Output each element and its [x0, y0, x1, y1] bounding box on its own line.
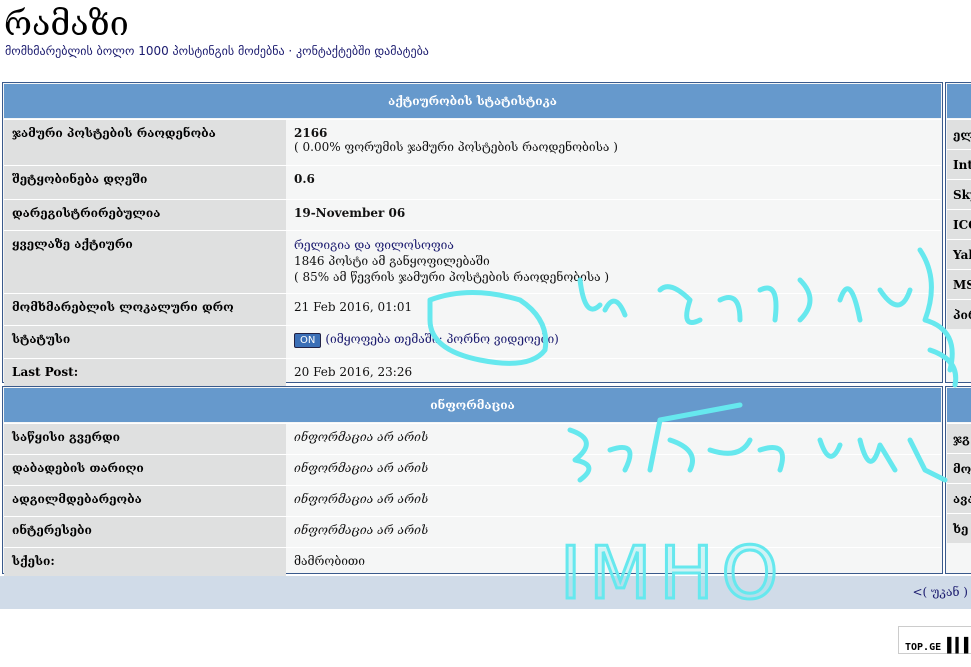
row-label: ICQ [947, 209, 971, 239]
forum-posts: 1846 პოსტი ამ განყოფილებაში [294, 254, 490, 268]
table-header: ინფორმაცია [4, 388, 941, 422]
row-label: ავა [947, 483, 971, 513]
total-posts: 2166 [294, 126, 328, 140]
forum-pct: ( 85% ამ წევრის ჯამური პოსტების რაოდენობ… [294, 270, 610, 284]
registered-date: 19-November 06 [294, 206, 406, 220]
row-label: ყველაზე აქტიური [4, 231, 286, 293]
most-active-forum-link[interactable]: რელიგია და ფილოსოფია [294, 238, 454, 252]
posts-note: ( 0.00% ფორუმის ჯამური პოსტების რაოდენობ… [294, 140, 618, 154]
table-row: მომხმარებლის ლოკალური დრო 21 Feb 2016, 01… [4, 293, 941, 325]
table-row: ინტერესები ინფორმაცია არ არის [4, 516, 941, 547]
row-label: ხე [947, 513, 971, 543]
table-row: სქესი: მამრობითი [4, 547, 941, 578]
row-label: მომხმარებლის ლოკალური დრო [4, 294, 286, 325]
table-header [947, 388, 971, 422]
row-label: MS [947, 269, 971, 299]
row-label: დარეგისტრირებულია [4, 200, 286, 230]
activity-stats-table: აქტიურობის სტატისტიკა ჯამური პოსტების რა… [2, 82, 943, 390]
row-label: Int [947, 149, 971, 179]
row-label: ელ [947, 119, 971, 149]
table-row: ყველაზე აქტიური რელიგია და ფილოსოფია 1846 … [4, 230, 941, 293]
info-table: ინფორმაცია საწყისი გვერდი ინფორმაცია არ ა… [2, 386, 943, 578]
row-value: ინფორმაცია არ არის [294, 492, 429, 506]
online-badge: ON [294, 333, 322, 348]
badge-label: TOP.GE [905, 642, 942, 653]
table-row: დარეგისტრირებულია 19-November 06 [4, 199, 941, 230]
table-row: ჯამური პოსტების რაოდენობა 2166( 0.00% ფორ… [4, 119, 941, 165]
row-label: პირ [947, 299, 971, 329]
row-label: ადგილმდებარეობა [4, 486, 286, 516]
current-topic-link[interactable]: (იმყოფება თემაში: პორნო ვიდეოები) [325, 332, 558, 346]
page-title: რამაზი [4, 4, 129, 44]
row-label: Sky [947, 179, 971, 209]
table-row: სტატუსი ON (იმყოფება თემაში: პორნო ვიდეოებ… [4, 325, 941, 358]
table-row: საწყისი გვერდი ინფორმაცია არ არის [4, 423, 941, 454]
user-actions[interactable]: მომხმარებლის ბოლო 1000 პოსტინგის მოძებნა… [5, 44, 429, 58]
top-ge-badge[interactable]: TOP.GE ▌▍▌ [898, 626, 971, 654]
table-header: აქტიურობის სტატისტიკა [4, 84, 941, 118]
posts-per-day: 0.6 [294, 172, 315, 186]
row-label: მოი [947, 453, 971, 483]
row-value: ინფორმაცია არ არის [294, 461, 429, 475]
table-header [947, 84, 971, 118]
row-value: მამრობითი [294, 554, 365, 568]
back-link[interactable]: <( უკან ) [913, 585, 969, 599]
row-value: ინფორმაცია არ არის [294, 523, 429, 537]
table-row: ადგილმდებარეობა ინფორმაცია არ არის [4, 485, 941, 516]
contact-table-partial: ელ Int Sky ICQ Yal MS პირ [945, 82, 971, 383]
table-row: შეტყობინება დღეში 0.6 [4, 165, 941, 199]
footer-bar: <( უკან ) [0, 576, 971, 609]
row-label: ინტერესები [4, 517, 286, 547]
other-table-partial: ჯგ მოი ავა ხე [945, 386, 971, 574]
row-label: შეტყობინება დღეში [4, 166, 286, 199]
row-label: სტატუსი [4, 326, 286, 358]
row-value: ინფორმაცია არ არის [294, 430, 429, 444]
row-label: ჯგ [947, 423, 971, 453]
row-label: საწყისი გვერდი [4, 424, 286, 454]
table-row: დაბადების თარიღი ინფორმაცია არ არის [4, 454, 941, 485]
row-label: ჯამური პოსტების რაოდენობა [4, 120, 286, 165]
row-label: დაბადების თარიღი [4, 455, 286, 485]
local-time: 21 Feb 2016, 01:01 [294, 300, 413, 314]
row-value: 2166( 0.00% ფორუმის ჯამური პოსტების რაოდ… [286, 120, 941, 165]
row-label: სქესი: [4, 548, 286, 578]
row-label: Yal [947, 239, 971, 269]
